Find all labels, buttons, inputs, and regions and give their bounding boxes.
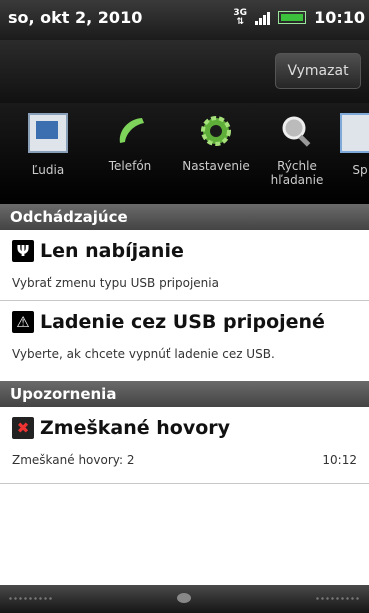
warning-icon: ⚠ [12, 311, 34, 333]
app-people[interactable]: Ľudia [18, 113, 78, 177]
notification-title: ✖ Zmeškané hovory [12, 417, 230, 439]
notification-time: 10:12 [322, 453, 357, 467]
grip-dots-icon [8, 596, 54, 602]
notification-title-text: Zmeškané hovory [40, 417, 231, 439]
status-date: so, okt 2, 2010 [8, 8, 143, 27]
notification-subtitle: Zmeškané hovory: 2 [12, 453, 135, 467]
app-label: Ľudia [31, 163, 65, 177]
app-label: Telefón [108, 159, 152, 173]
clear-button[interactable]: Vymazat [275, 53, 361, 89]
notification-missed-calls[interactable]: ✖ Zmeškané hovory Zmeškané hovory: 2 10:… [0, 407, 369, 484]
quick-apps-strip[interactable]: Ľudia Telefón Nastavenie Rýchle hľadanie… [0, 103, 369, 204]
app-settings[interactable]: Nastavenie [174, 113, 258, 173]
notification-title-text: Ladenie cez USB pripojené [40, 311, 325, 333]
battery-icon [278, 11, 307, 24]
section-header-ongoing: Odchádzajúce [0, 204, 369, 230]
people-icon [28, 113, 68, 153]
network-type-icon: 3G ⇅ [233, 7, 248, 27]
status-bar: so, okt 2, 2010 3G ⇅ 10:10 [0, 0, 369, 40]
app-phone[interactable]: Telefón [92, 113, 168, 173]
status-indicators: 3G ⇅ 10:10 [233, 8, 365, 27]
messages-icon [340, 113, 369, 153]
status-time: 10:10 [314, 8, 365, 27]
missed-call-icon: ✖ [12, 417, 34, 439]
panel-drag-handle[interactable] [0, 585, 369, 613]
notification-title: Ψ Len nabíjanie [12, 240, 184, 262]
signal-strength-icon [255, 11, 271, 25]
notification-title: ⚠ Ladenie cez USB pripojené [12, 311, 325, 333]
phone-icon [112, 113, 148, 149]
notification-header: Vymazat [0, 40, 369, 103]
app-messages[interactable]: Sp [340, 113, 369, 177]
settings-gear-icon [198, 113, 234, 149]
network-type-label: 3G [233, 7, 248, 18]
grip-dots-icon [315, 596, 361, 602]
section-header-notifications: Upozornenia [0, 381, 369, 407]
notification-usb-debugging[interactable]: ⚠ Ladenie cez USB pripojené Vyberte, ak … [0, 301, 369, 382]
app-label: Nastavenie [182, 159, 250, 173]
notification-charging[interactable]: Ψ Len nabíjanie Vybrať zmenu typu USB pr… [0, 230, 369, 301]
quick-search-icon [279, 113, 315, 149]
app-label: Sp [352, 163, 368, 177]
handle-knob-icon [177, 593, 191, 603]
usb-icon: Ψ [12, 240, 34, 262]
notification-title-text: Len nabíjanie [40, 240, 184, 262]
app-label: Rýchle hľadanie [270, 159, 324, 187]
notification-subtitle: Vyberte, ak chcete vypnúť ladenie cez US… [12, 347, 275, 361]
app-quick-search[interactable]: Rýchle hľadanie [262, 113, 332, 187]
notification-subtitle: Vybrať zmenu typu USB pripojenia [12, 276, 219, 290]
